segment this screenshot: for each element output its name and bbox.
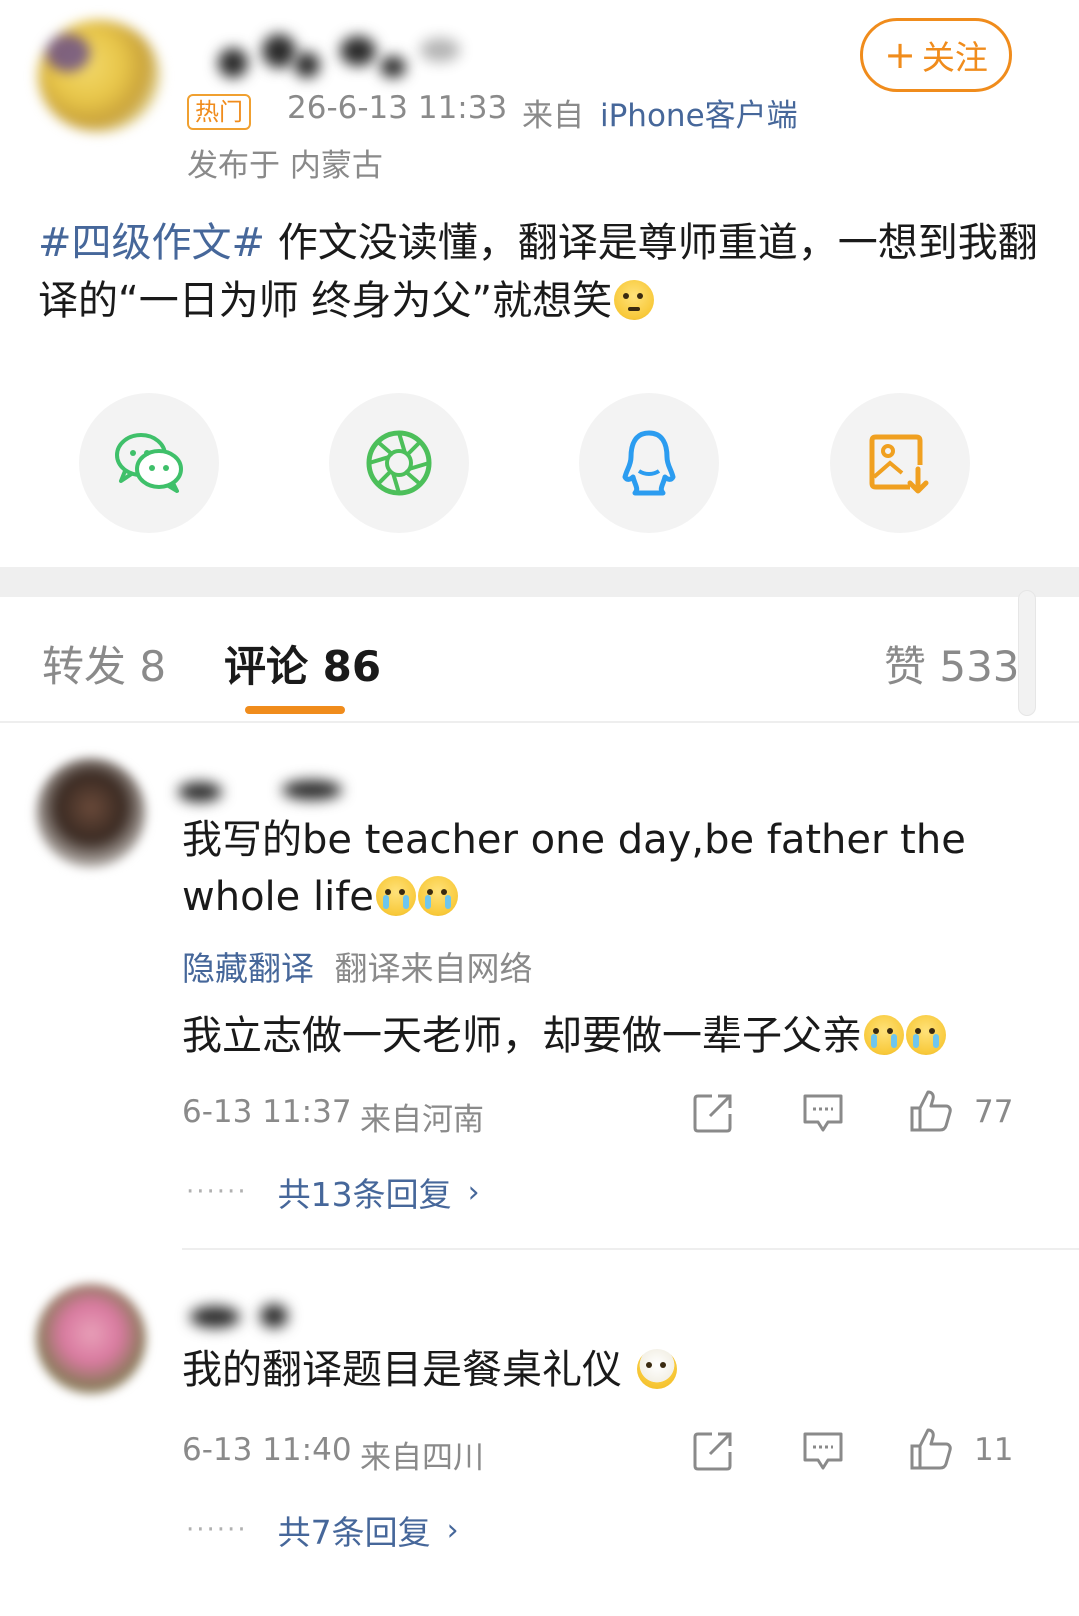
translation-row: 隐藏翻译 翻译来自网络 — [182, 942, 533, 990]
moments-icon — [366, 430, 432, 496]
share-moments-button[interactable] — [329, 393, 469, 533]
hashtag-link[interactable]: #四级作文# — [38, 220, 265, 266]
crying-emoji-icon — [906, 1015, 946, 1055]
comment-text-content: 我的翻译题目是餐桌礼仪 — [182, 1347, 622, 1393]
tab-bar: 转发 8 评论 86 赞 533 — [0, 597, 1079, 723]
crying-emoji-icon — [417, 876, 458, 916]
comment-username-blurred[interactable] — [170, 1296, 370, 1336]
share-icon[interactable] — [690, 1428, 736, 1474]
chevron-right-icon: › — [446, 1512, 459, 1548]
save-image-icon — [869, 434, 929, 494]
tab-repost[interactable]: 转发 8 — [42, 633, 166, 694]
translation-text: 我立志做一天老师，却要做一辈子父亲 — [182, 1013, 862, 1059]
username-blurred[interactable] — [210, 30, 470, 80]
comment-text-content: 我写的be teacher one day,be father the whol… — [182, 817, 966, 920]
comment-translation: 我立志做一天老师，却要做一辈子父亲 — [182, 1008, 1042, 1065]
like-icon[interactable] — [908, 1088, 954, 1134]
avatar[interactable] — [38, 20, 160, 132]
post-location: 发布于 内蒙古 — [187, 148, 383, 184]
crying-emoji-icon — [864, 1015, 904, 1055]
scrollbar[interactable] — [1018, 590, 1036, 716]
comment-text: 我写的be teacher one day,be father the whol… — [182, 812, 1042, 926]
chevron-right-icon: › — [467, 1174, 480, 1210]
active-tab-indicator — [245, 706, 345, 714]
like-count: 77 — [974, 1094, 1014, 1130]
share-icon[interactable] — [690, 1090, 736, 1136]
section-separator — [0, 567, 1079, 597]
hot-badge: 热门 — [187, 94, 251, 130]
follow-button[interactable]: + 关注 — [860, 18, 1012, 92]
crying-emoji-icon — [375, 876, 416, 916]
view-replies-link[interactable]: ······ 共7条回复 › — [186, 1506, 459, 1554]
tab-likes[interactable]: 赞 533 — [884, 633, 1020, 694]
comment-text: 我的翻译题目是餐桌礼仪 — [182, 1342, 1042, 1399]
comment-time: 6-13 11:40 — [182, 1432, 352, 1468]
post-time: 26-6-13 11:33 — [287, 90, 508, 126]
dizzy-emoji-icon — [636, 1349, 677, 1389]
dots-icon: ······ — [186, 1177, 248, 1207]
comment-icon[interactable] — [800, 1428, 846, 1474]
qq-icon — [622, 430, 676, 496]
like-count: 11 — [974, 1432, 1014, 1468]
replies-count: 共13条回复 — [277, 1175, 452, 1214]
tab-comments[interactable]: 评论 86 — [224, 633, 381, 694]
comment-divider — [182, 1248, 1079, 1250]
comment-time: 6-13 11:37 — [182, 1094, 352, 1130]
share-qq-button[interactable] — [579, 393, 719, 533]
hide-translation-link[interactable]: 隐藏翻译 — [182, 949, 314, 988]
comment-username-blurred[interactable] — [170, 772, 370, 812]
dots-icon: ······ — [186, 1515, 248, 1545]
post-device-link[interactable]: iPhone客户端 — [600, 90, 798, 135]
comment-icon[interactable] — [800, 1090, 846, 1136]
follow-label: 关注 — [921, 38, 988, 77]
comment-avatar[interactable] — [36, 758, 146, 868]
translation-source: 翻译来自网络 — [334, 949, 533, 988]
comment-location: 来自河南 — [360, 1102, 484, 1138]
thinking-emoji-icon — [614, 280, 655, 320]
post-from-prefix: 来自 — [522, 98, 584, 134]
replies-count: 共7条回复 — [277, 1513, 431, 1552]
post-text: #四级作文# 作文没读懂，翻译是尊师重道，一想到我翻译的“一日为师 终身为父”就… — [38, 214, 1038, 330]
wechat-icon — [115, 433, 183, 493]
share-wechat-button[interactable] — [79, 393, 219, 533]
post-header: 热门 26-6-13 11:33 来自 iPhone客户端 发布于 内蒙古 + … — [0, 0, 1079, 200]
like-icon[interactable] — [908, 1426, 954, 1472]
view-replies-link[interactable]: ······ 共13条回复 › — [186, 1168, 480, 1216]
comment-location: 来自四川 — [360, 1440, 484, 1476]
comment-avatar[interactable] — [36, 1284, 146, 1394]
save-image-button[interactable] — [830, 393, 970, 533]
plus-icon: + — [884, 33, 916, 77]
